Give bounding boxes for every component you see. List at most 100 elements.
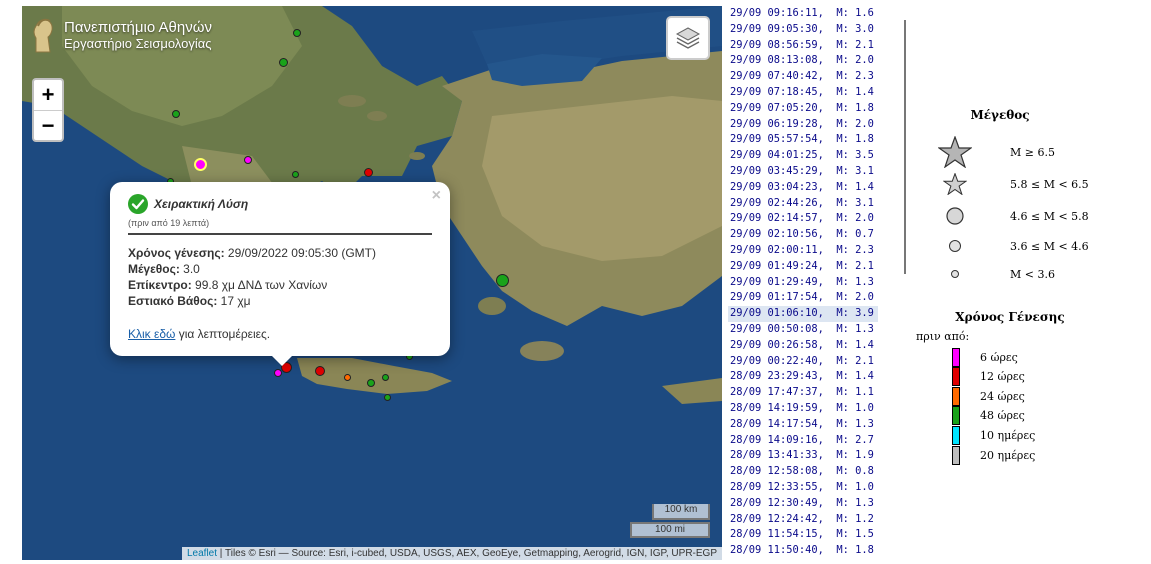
quake-marker[interactable] [496,274,509,287]
legend-mag-label: 4.6 ≤ M < 5.8 [1010,209,1089,223]
legend-mag-label: 3.6 ≤ M < 4.6 [1010,239,1089,253]
quake-marker[interactable] [364,168,373,177]
brand-line2: Εργαστήριο Σεισμολογίας [64,36,212,51]
event-list-item[interactable]: 29/09 00:22:40, M: 2.1 [728,354,878,370]
origin-label: Χρόνος γένεσης: [128,246,225,260]
legend-mag-row: 3.6 ≤ M < 4.6 [900,234,1089,258]
event-list-item[interactable]: 29/09 01:49:24, M: 2.1 [728,259,878,275]
event-list-item[interactable]: 29/09 07:05:20, M: 1.8 [728,101,878,117]
event-list-item[interactable]: 29/09 07:18:45, M: 1.4 [728,85,878,101]
event-list-item[interactable]: 29/09 02:10:56, M: 0.7 [728,227,878,243]
quake-marker[interactable] [382,374,389,381]
event-list-item[interactable]: 29/09 06:19:28, M: 2.0 [728,117,878,133]
event-list-item[interactable]: 29/09 03:45:29, M: 3.1 [728,164,878,180]
popup-close-button[interactable]: × [432,187,441,205]
zoom-out-button[interactable]: − [34,110,62,140]
event-list-item[interactable]: 28/09 12:58:08, M: 0.8 [728,464,878,480]
color-swatch [952,347,960,367]
event-list-item[interactable]: 28/09 13:41:33, M: 1.9 [728,448,878,464]
color-swatch [952,425,960,445]
event-list-item[interactable]: 29/09 08:56:59, M: 2.1 [728,38,878,54]
legend-mag-row: M < 3.6 [900,262,1055,286]
scale-mi: 100 mi [630,522,710,538]
details-text: για λεπτομέρειες. [175,327,271,341]
quake-marker[interactable] [194,158,207,171]
star-large-icon [938,136,972,168]
event-list-item[interactable]: 28/09 12:33:55, M: 1.0 [728,480,878,496]
event-list-item[interactable]: 29/09 01:29:49, M: 1.3 [728,275,878,291]
event-list-item[interactable]: 29/09 00:50:08, M: 1.3 [728,322,878,338]
event-list-item[interactable]: 29/09 09:05:30, M: 3.0 [728,22,878,38]
event-list-item[interactable]: 29/09 09:16:11, M: 1.6 [728,6,878,22]
event-list-item[interactable]: 28/09 12:24:42, M: 1.2 [728,512,878,528]
epicenter-label: Επίκεντρο: [128,278,192,292]
legend-time-row: 48 ώρες [952,406,1025,426]
layers-icon [675,27,701,49]
event-list-item[interactable]: 29/09 08:13:08, M: 2.0 [728,53,878,69]
map-view[interactable]: Πανεπιστήμιο Αθηνών Εργαστήριο Σεισμολογ… [22,6,722,560]
event-list-item[interactable]: 29/09 02:00:11, M: 2.3 [728,243,878,259]
popup-epicenter-row: Επίκεντρο: 99.8 χμ ΔΝΔ των Χανίων [128,277,432,293]
event-list-item[interactable]: 29/09 07:40:42, M: 2.3 [728,69,878,85]
check-circle-icon [128,194,148,214]
legend-time-row: 12 ώρες [952,367,1025,387]
time-legend-prefix: πριν από: [916,330,970,343]
quake-marker[interactable] [279,58,288,67]
event-list-item[interactable]: 28/09 17:47:37, M: 1.1 [728,385,878,401]
quake-marker[interactable] [172,110,180,118]
layers-button[interactable] [666,16,710,60]
quake-marker[interactable] [344,374,351,381]
event-list-item[interactable]: 29/09 02:44:26, M: 3.1 [728,196,878,212]
popup-origin-row: Χρόνος γένεσης: 29/09/2022 09:05:30 (GMT… [128,245,432,261]
legend-time-row: 6 ώρες [952,347,1018,367]
legend-time-label: 6 ώρες [980,350,1018,364]
popup-divider [128,233,432,235]
brand-header: Πανεπιστήμιο Αθηνών Εργαστήριο Σεισμολογ… [30,16,212,54]
event-list-item[interactable]: 29/09 04:01:25, M: 3.5 [728,148,878,164]
legend-time-label: 48 ώρες [980,409,1025,423]
event-list-item[interactable]: 28/09 14:09:16, M: 2.7 [728,433,878,449]
event-list-item[interactable]: 28/09 11:50:40, M: 1.8 [728,543,878,559]
epicenter-value: 99.8 χμ ΔΝΔ των Χανίων [191,278,328,292]
details-link[interactable]: Κλικ εδώ [128,327,175,341]
event-list-item[interactable]: 29/09 01:17:54, M: 2.0 [728,290,878,306]
event-list-item[interactable]: 28/09 23:29:43, M: 1.4 [728,369,878,385]
event-list-item[interactable]: 29/09 01:06:10, M: 3.9 [728,306,878,322]
legend-mag-row: M ≥ 6.5 [900,136,1055,168]
quake-marker[interactable] [367,379,375,387]
circle-large-icon [946,207,964,225]
legend-time-row: 20 ημέρες [952,445,1035,465]
event-list-item[interactable]: 29/09 02:14:57, M: 2.0 [728,211,878,227]
legend-mag-label: M < 3.6 [1010,267,1055,281]
quake-marker[interactable] [244,156,252,164]
quake-marker[interactable] [292,171,299,178]
map-attribution: Leaflet | Tiles © Esri — Source: Esri, i… [182,547,722,560]
quake-marker[interactable] [293,29,301,37]
circle-medium-icon [949,240,961,252]
scale-bar: 100 km 100 mi [630,504,710,538]
event-list-item[interactable]: 29/09 00:26:58, M: 1.4 [728,338,878,354]
depth-value: 17 χμ [217,294,251,308]
origin-value: 29/09/2022 09:05:30 (GMT) [224,246,377,260]
color-swatch [952,386,960,406]
event-list-item[interactable]: 28/09 14:19:59, M: 1.0 [728,401,878,417]
zoom-in-button[interactable]: + [34,80,62,110]
event-list-item[interactable]: 28/09 11:54:15, M: 1.5 [728,527,878,543]
quake-marker[interactable] [384,394,391,401]
attribution-text: | Tiles © Esri — Source: Esri, i-cubed, … [217,548,717,559]
leaflet-link[interactable]: Leaflet [187,548,217,559]
athena-logo-icon [33,18,53,53]
depth-label: Εστιακό Βάθος: [128,294,218,308]
event-list[interactable]: 29/09 09:16:11, M: 1.6 29/09 09:05:30, M:… [728,6,878,564]
event-list-item[interactable]: 28/09 12:30:49, M: 1.3 [728,496,878,512]
star-small-icon [943,173,967,195]
event-list-item[interactable]: 29/09 03:04:23, M: 1.4 [728,180,878,196]
legend-time-label: 12 ώρες [980,370,1025,384]
quake-popup: × Χειρακτική Λύση (πριν από 19 λεπτά) Χρ… [110,182,450,366]
event-list-item[interactable]: 29/09 05:57:54, M: 1.8 [728,132,878,148]
popup-title: Χειρακτική Λύση [154,197,249,211]
event-list-item[interactable]: 28/09 14:17:54, M: 1.3 [728,417,878,433]
popup-details-row: Κλικ εδώ για λεπτομέρειες. [128,327,432,341]
popup-depth-row: Εστιακό Βάθος: 17 χμ [128,293,432,309]
quake-marker[interactable] [315,366,325,376]
